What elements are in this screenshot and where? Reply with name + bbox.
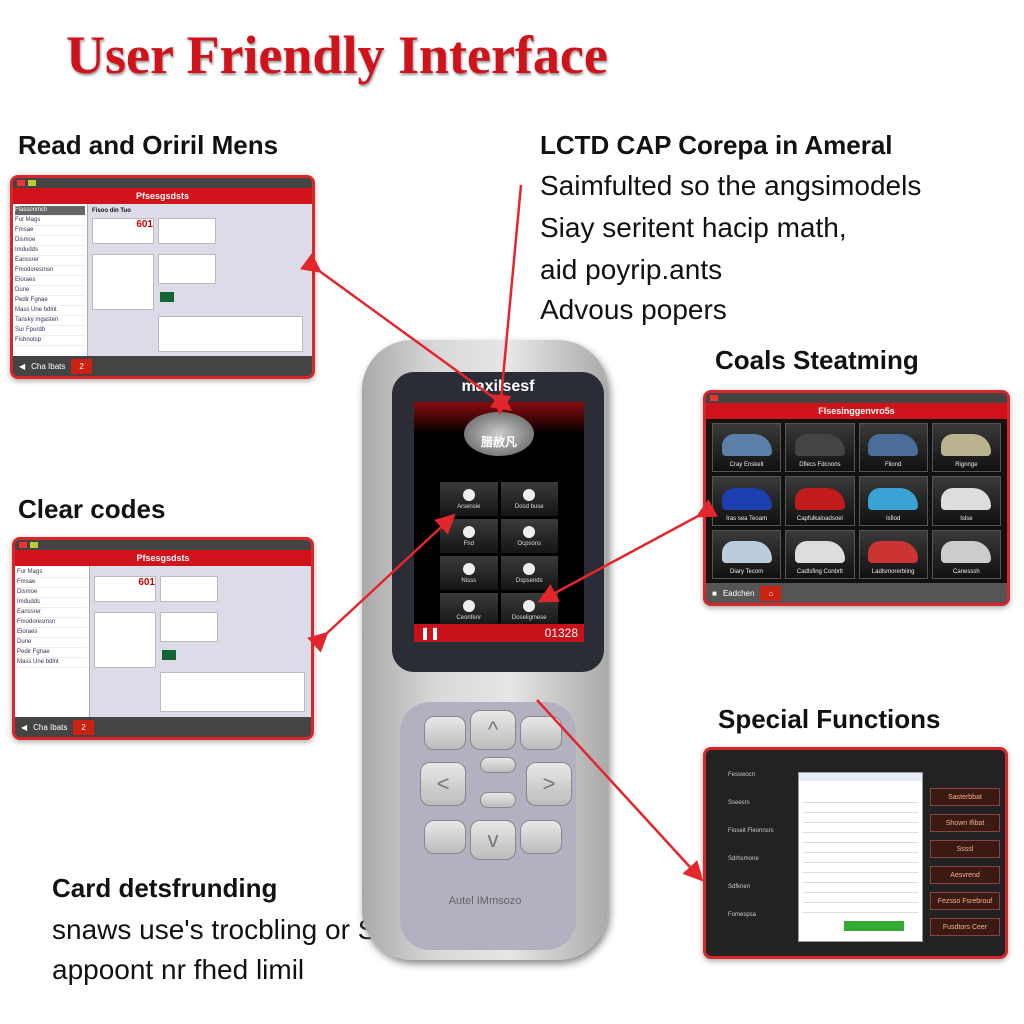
arrow-read [299, 253, 513, 411]
arrow-special [536, 699, 704, 882]
callout-arrows [299, 184, 718, 882]
arrow-clear [307, 513, 456, 653]
arrow-coals [537, 499, 718, 603]
arrow-lctd [491, 184, 523, 415]
